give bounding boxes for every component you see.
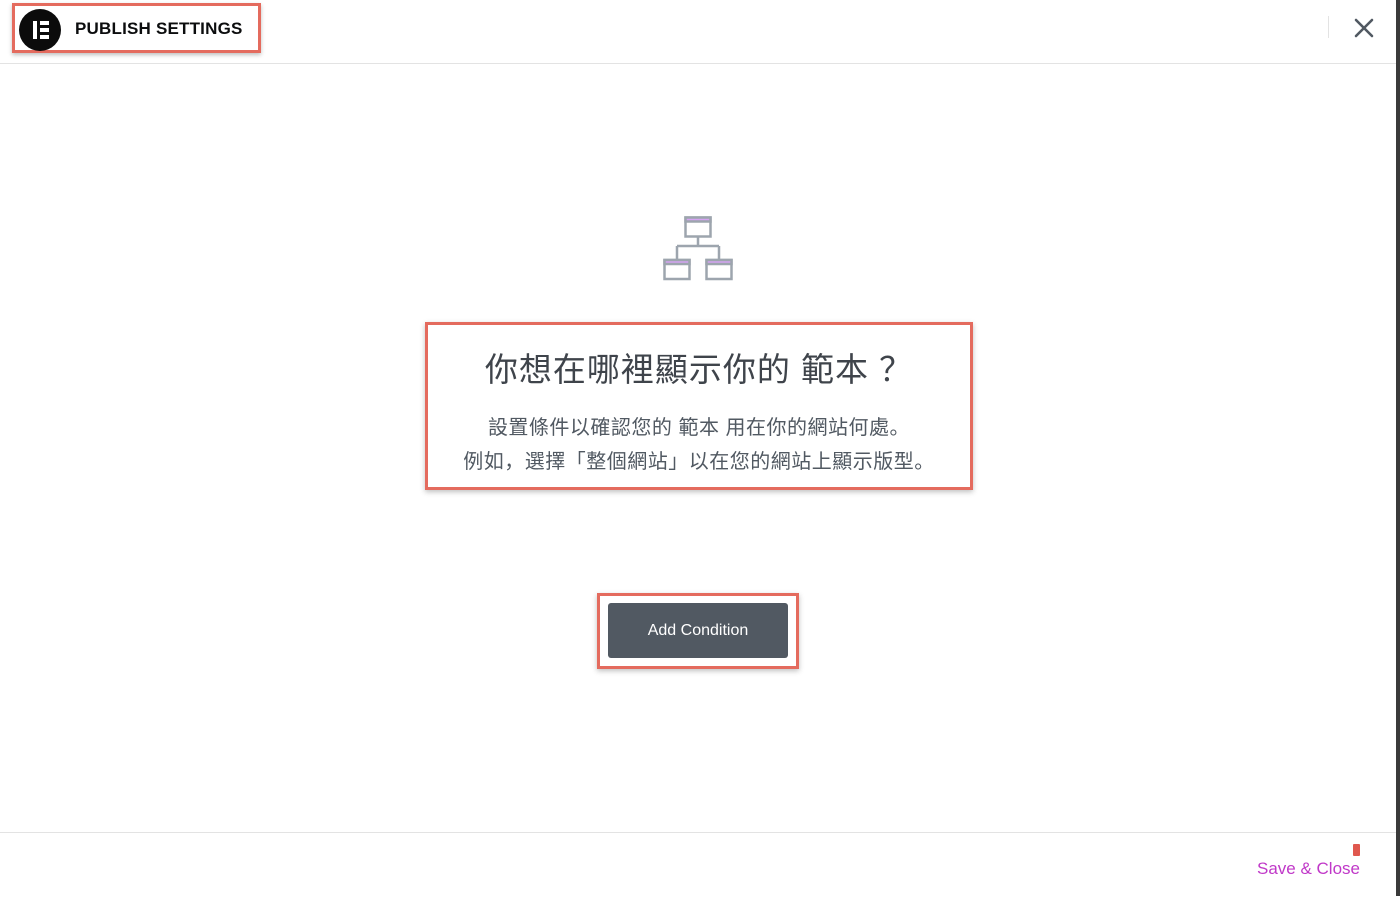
intro-heading: 你想在哪裡顯示你的 範本 ？: [484, 351, 914, 388]
elementor-logo-icon: [19, 9, 61, 51]
dialog-title: PUBLISH SETTINGS: [75, 19, 243, 38]
publish-settings-dialog: PUBLISH SETTINGS 你想在哪裡顯示你的 範本 ？ 設置條件以確認您…: [0, 0, 1400, 896]
close-icon: [1354, 18, 1374, 38]
add-condition-highlight: Add Condition: [597, 593, 799, 669]
header-title-group: PUBLISH SETTINGS: [12, 3, 261, 53]
close-button[interactable]: [1348, 12, 1380, 44]
intro-description-line2: 例如，選擇「整個網站」以在您的網站上顯示版型。: [463, 451, 935, 473]
intro-text-block: 你想在哪裡顯示你的 範本 ？ 設置條件以確認您的 範本 用在你的網站何處。 例如…: [425, 322, 973, 490]
dialog-footer: Save & Close: [0, 832, 1396, 897]
dialog-header: PUBLISH SETTINGS: [0, 0, 1396, 64]
intro-description-line1: 設置條件以確認您的 範本 用在你的網站何處。: [487, 417, 911, 439]
save-and-close-button[interactable]: Save & Close: [1257, 859, 1360, 879]
annotation-marker: [1353, 844, 1360, 856]
add-condition-button[interactable]: Add Condition: [608, 603, 788, 658]
sitemap-icon: [663, 216, 733, 281]
header-divider: [1328, 16, 1329, 38]
